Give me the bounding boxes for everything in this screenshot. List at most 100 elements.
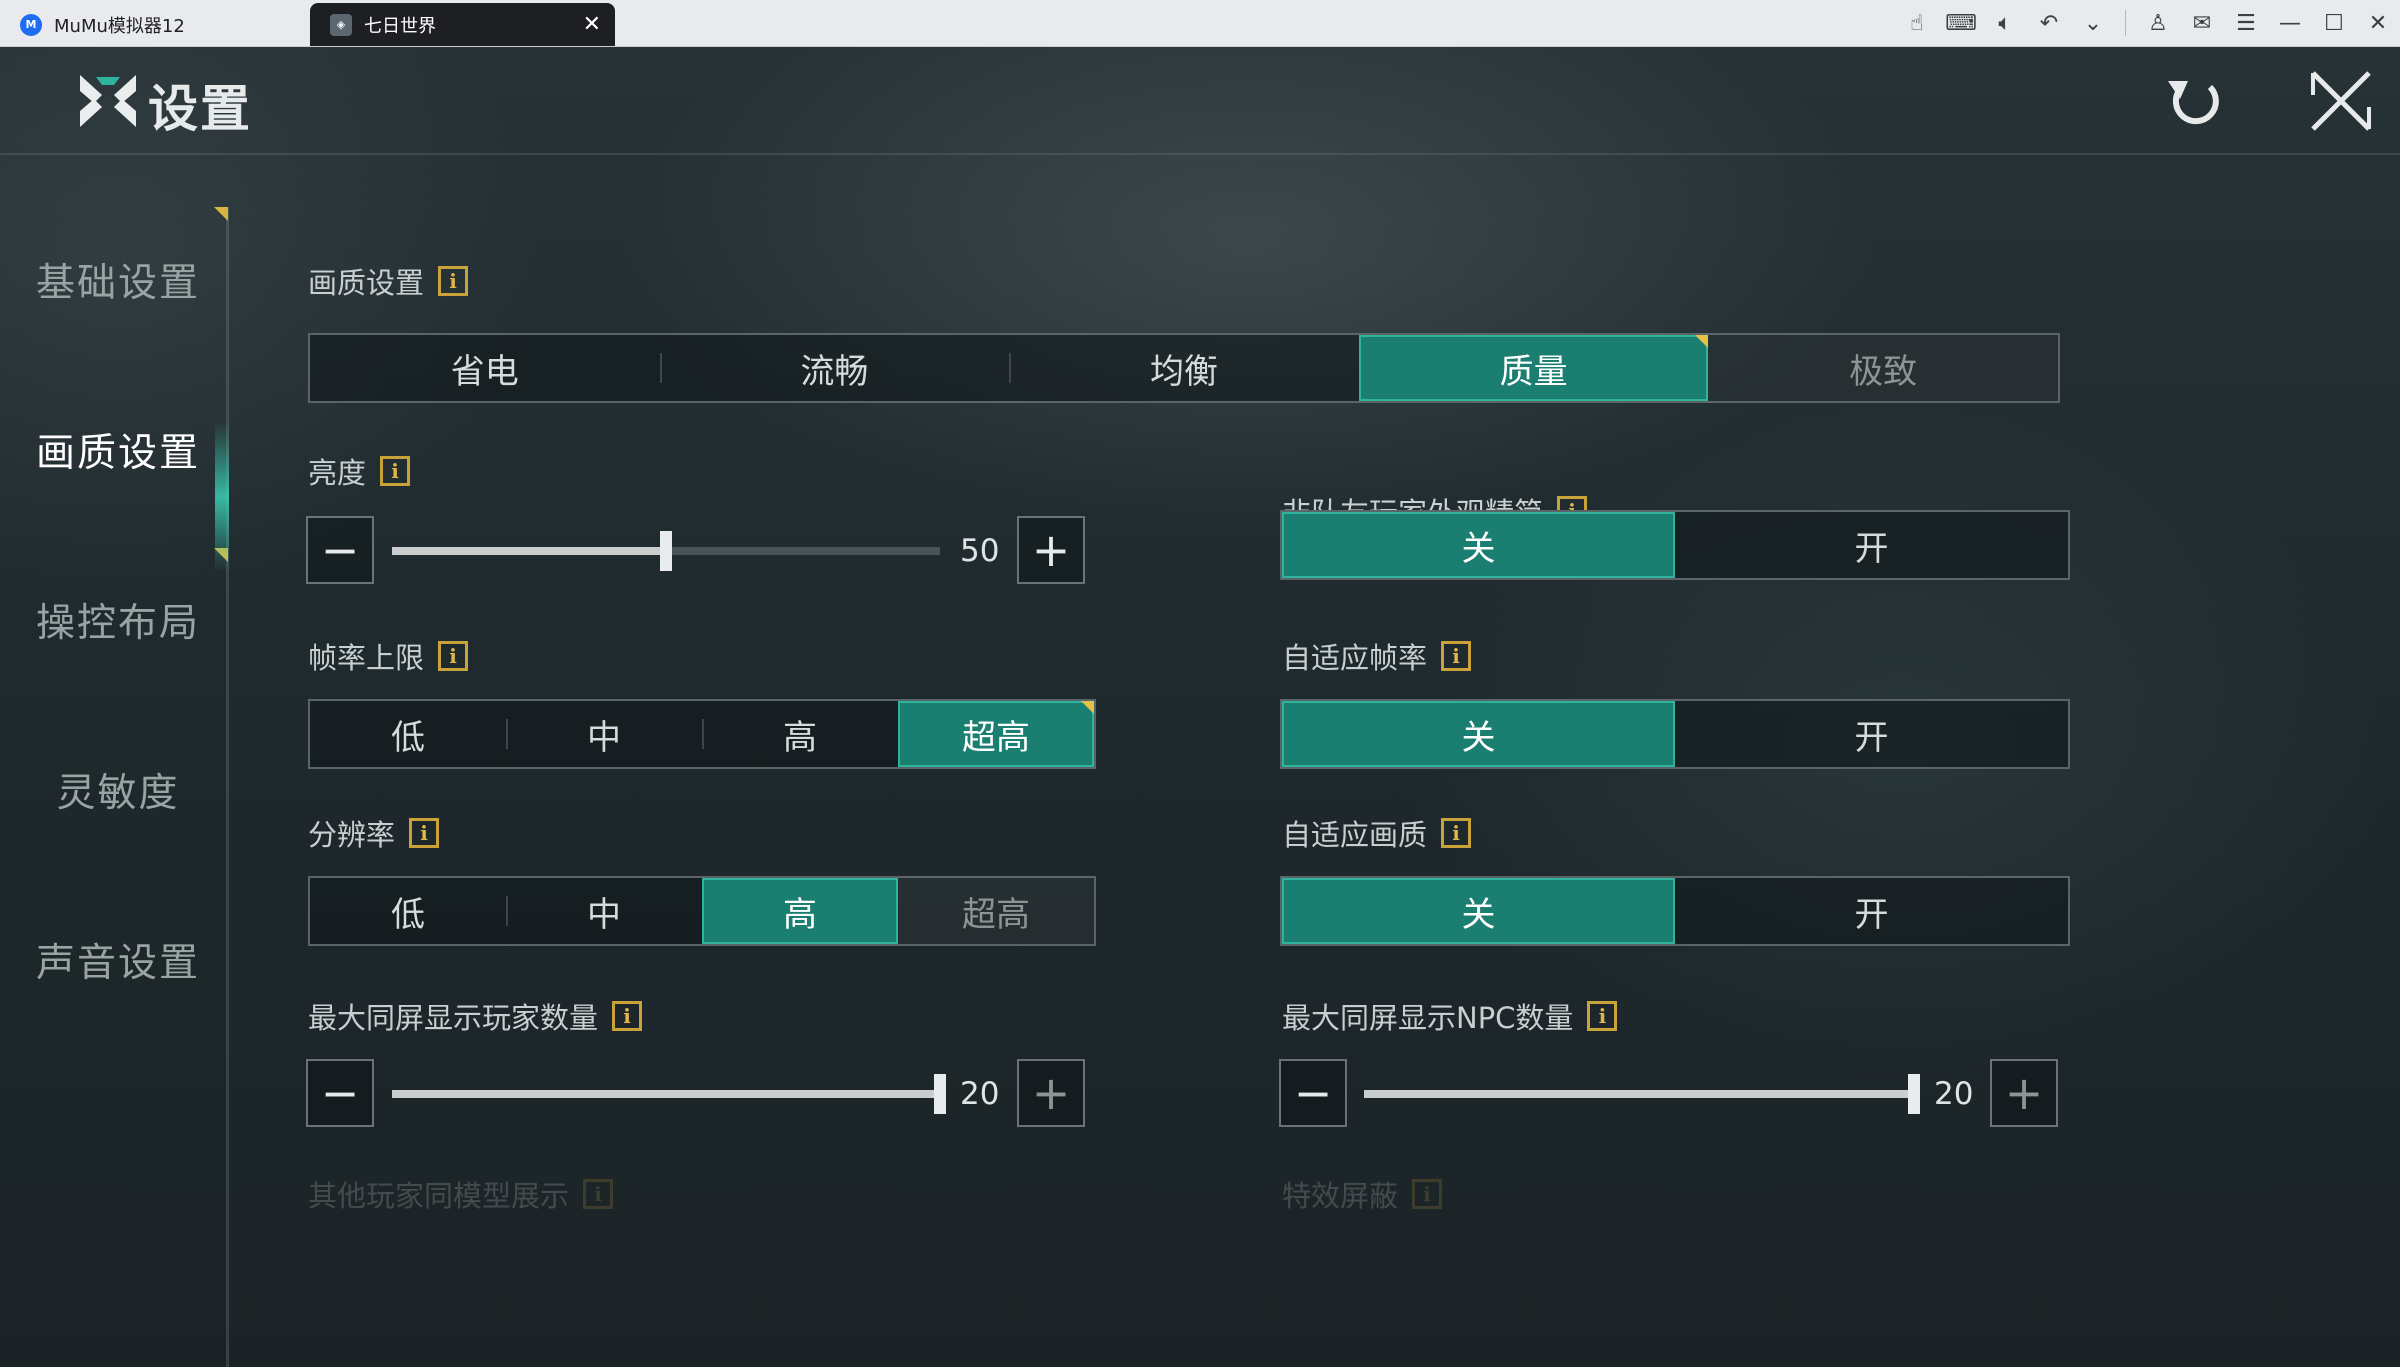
slider-thumb[interactable] <box>934 1074 946 1114</box>
info-icon[interactable]: i <box>380 456 411 486</box>
slider-fill <box>1364 1090 1914 1098</box>
account-icon[interactable]: ♙ <box>2136 11 2180 36</box>
effects-block-label: 特效屏蔽 i <box>1282 1173 1443 1215</box>
slider-fill <box>392 547 666 555</box>
adaptive-fps-off[interactable]: 关 <box>1282 701 1675 767</box>
fps-option-high[interactable]: 高 <box>702 701 898 767</box>
info-icon[interactable]: i <box>409 818 440 848</box>
simplify-players-on[interactable]: 开 <box>1675 512 2068 578</box>
info-icon[interactable]: i <box>612 1001 643 1031</box>
resolution-option-medium[interactable]: 中 <box>506 878 702 944</box>
sidebar-item-controls[interactable]: 操控布局 <box>0 592 236 648</box>
fps-option-low[interactable]: 低 <box>310 701 506 767</box>
brightness-decrease-button[interactable]: − <box>306 516 374 584</box>
resolution-option-high[interactable]: 高 <box>702 878 898 944</box>
adaptive-fps-label: 自适应帧率 i <box>1282 635 1472 677</box>
resolution-label: 分辨率 i <box>308 812 440 854</box>
info-icon[interactable]: i <box>1441 641 1472 671</box>
volume-icon[interactable]: 🔈︎ <box>1983 11 2027 36</box>
max-players-label: 最大同屏显示玩家数量 i <box>308 995 643 1037</box>
info-icon[interactable]: i <box>1587 1001 1618 1031</box>
fps-limit-selector: 低 中 高 超高 <box>308 699 1096 769</box>
reset-icon[interactable] <box>2160 67 2228 135</box>
max-npc-label: 最大同屏显示NPC数量 i <box>1282 995 1618 1037</box>
more-icon[interactable]: ⌄ <box>2071 11 2115 36</box>
game-settings-screen: 设置 基础设置 画质设置 操控布局 灵敏度 声音设置 画质设置 i 省电 流畅 … <box>0 47 2400 1367</box>
toolbar-divider <box>2125 10 2126 36</box>
fps-limit-label-text: 帧率上限 <box>308 641 425 675</box>
quality-option-smooth[interactable]: 流畅 <box>659 335 1010 401</box>
brightness-increase-button[interactable]: + <box>1017 516 1085 584</box>
menu-icon[interactable]: ☰ <box>2224 11 2268 36</box>
max-npc-increase-button[interactable]: + <box>1990 1059 2058 1127</box>
touch-icon[interactable]: ☝ <box>1895 11 1939 36</box>
quality-option-quality-text: 质量 <box>1499 351 1568 392</box>
page-title: 设置 <box>148 80 252 138</box>
header-divider <box>0 153 2400 155</box>
close-icon[interactable]: ✕ <box>2356 11 2400 36</box>
adaptive-fps-on[interactable]: 开 <box>1675 701 2068 767</box>
resolution-option-low[interactable]: 低 <box>310 878 506 944</box>
emulator-title-bar: M MuMu模拟器12 ◈ 七日世界 ✕ ☝ ⌨ 🔈︎ ↶ ⌄ ♙ ✉ ☰ — … <box>0 0 2400 47</box>
info-icon[interactable]: i <box>1412 1179 1443 1209</box>
max-npc-label-text: 最大同屏显示NPC数量 <box>1282 1001 1574 1035</box>
keyboard-icon[interactable]: ⌨ <box>1939 11 1983 36</box>
sidebar-item-sensitivity[interactable]: 灵敏度 <box>0 762 236 818</box>
info-icon[interactable]: i <box>438 266 469 296</box>
adaptive-quality-on[interactable]: 开 <box>1675 878 2068 944</box>
max-npc-decrease-button[interactable]: − <box>1279 1059 1347 1127</box>
fps-option-ultra-text: 超高 <box>962 717 1030 758</box>
quality-option-power-save[interactable]: 省电 <box>310 335 660 401</box>
other-player-model-label-text: 其他玩家同模型展示 <box>308 1179 570 1213</box>
tab-close-icon[interactable]: ✕ <box>583 12 601 37</box>
emulator-toolbar: ☝ ⌨ 🔈︎ ↶ ⌄ ♙ ✉ ☰ — ☐ ✕ <box>1895 0 2400 46</box>
tab-mumu[interactable]: M MuMu模拟器12 <box>0 3 302 46</box>
quality-option-ultra[interactable]: 极致 <box>1708 335 2058 401</box>
tab-game[interactable]: ◈ 七日世界 ✕ <box>310 3 615 46</box>
slider-fill <box>392 1090 940 1098</box>
max-players-increase-button[interactable]: + <box>1017 1059 1085 1127</box>
sidebar-item-basic[interactable]: 基础设置 <box>0 252 236 308</box>
mail-icon[interactable]: ✉ <box>2180 11 2224 36</box>
brightness-value: 50 <box>960 533 1000 569</box>
adaptive-quality-off[interactable]: 关 <box>1282 878 1675 944</box>
tab-label: MuMu模拟器12 <box>54 15 185 37</box>
close-settings-icon[interactable] <box>2305 65 2377 137</box>
brightness-label: 亮度 i <box>308 450 411 492</box>
info-icon[interactable]: i <box>1441 818 1472 848</box>
info-icon[interactable]: i <box>583 1179 614 1209</box>
max-players-value: 20 <box>960 1076 1000 1112</box>
max-players-decrease-button[interactable]: − <box>306 1059 374 1127</box>
game-logo-icon <box>80 75 136 127</box>
info-icon[interactable]: i <box>438 641 469 671</box>
simplify-players-toggle: 关 开 <box>1280 510 2070 580</box>
quality-option-quality[interactable]: 质量 <box>1358 335 1709 401</box>
max-npc-value: 20 <box>1934 1076 1974 1112</box>
sidebar-item-graphics[interactable]: 画质设置 <box>0 422 236 478</box>
other-player-model-label: 其他玩家同模型展示 i <box>308 1173 614 1215</box>
brightness-slider[interactable] <box>392 531 940 571</box>
quality-selector: 省电 流畅 均衡 质量 极致 <box>308 333 2060 403</box>
quality-label: 画质设置 i <box>308 260 469 302</box>
back-icon[interactable]: ↶ <box>2027 11 2071 36</box>
maximize-icon[interactable]: ☐ <box>2312 11 2356 36</box>
resolution-label-text: 分辨率 <box>308 818 396 852</box>
quality-option-balanced[interactable]: 均衡 <box>1009 335 1359 401</box>
sidebar-item-sound[interactable]: 声音设置 <box>0 932 236 988</box>
minimize-icon[interactable]: — <box>2268 11 2312 36</box>
slider-thumb[interactable] <box>1908 1074 1920 1114</box>
effects-block-label-text: 特效屏蔽 <box>1282 1179 1399 1213</box>
mumu-logo-icon: M <box>20 13 42 36</box>
adaptive-fps-toggle: 关 开 <box>1280 699 2070 769</box>
resolution-option-ultra[interactable]: 超高 <box>898 878 1094 944</box>
sidebar-marker <box>214 207 228 221</box>
fps-option-medium[interactable]: 中 <box>506 701 702 767</box>
slider-thumb[interactable] <box>660 531 672 571</box>
fps-option-ultra[interactable]: 超高 <box>898 701 1094 767</box>
game-icon: ◈ <box>330 13 352 36</box>
simplify-players-off[interactable]: 关 <box>1282 512 1675 578</box>
fps-limit-label: 帧率上限 i <box>308 635 469 677</box>
max-npc-slider[interactable] <box>1364 1074 1920 1114</box>
adaptive-quality-label-text: 自适应画质 <box>1282 818 1428 852</box>
max-players-slider[interactable] <box>392 1074 946 1114</box>
